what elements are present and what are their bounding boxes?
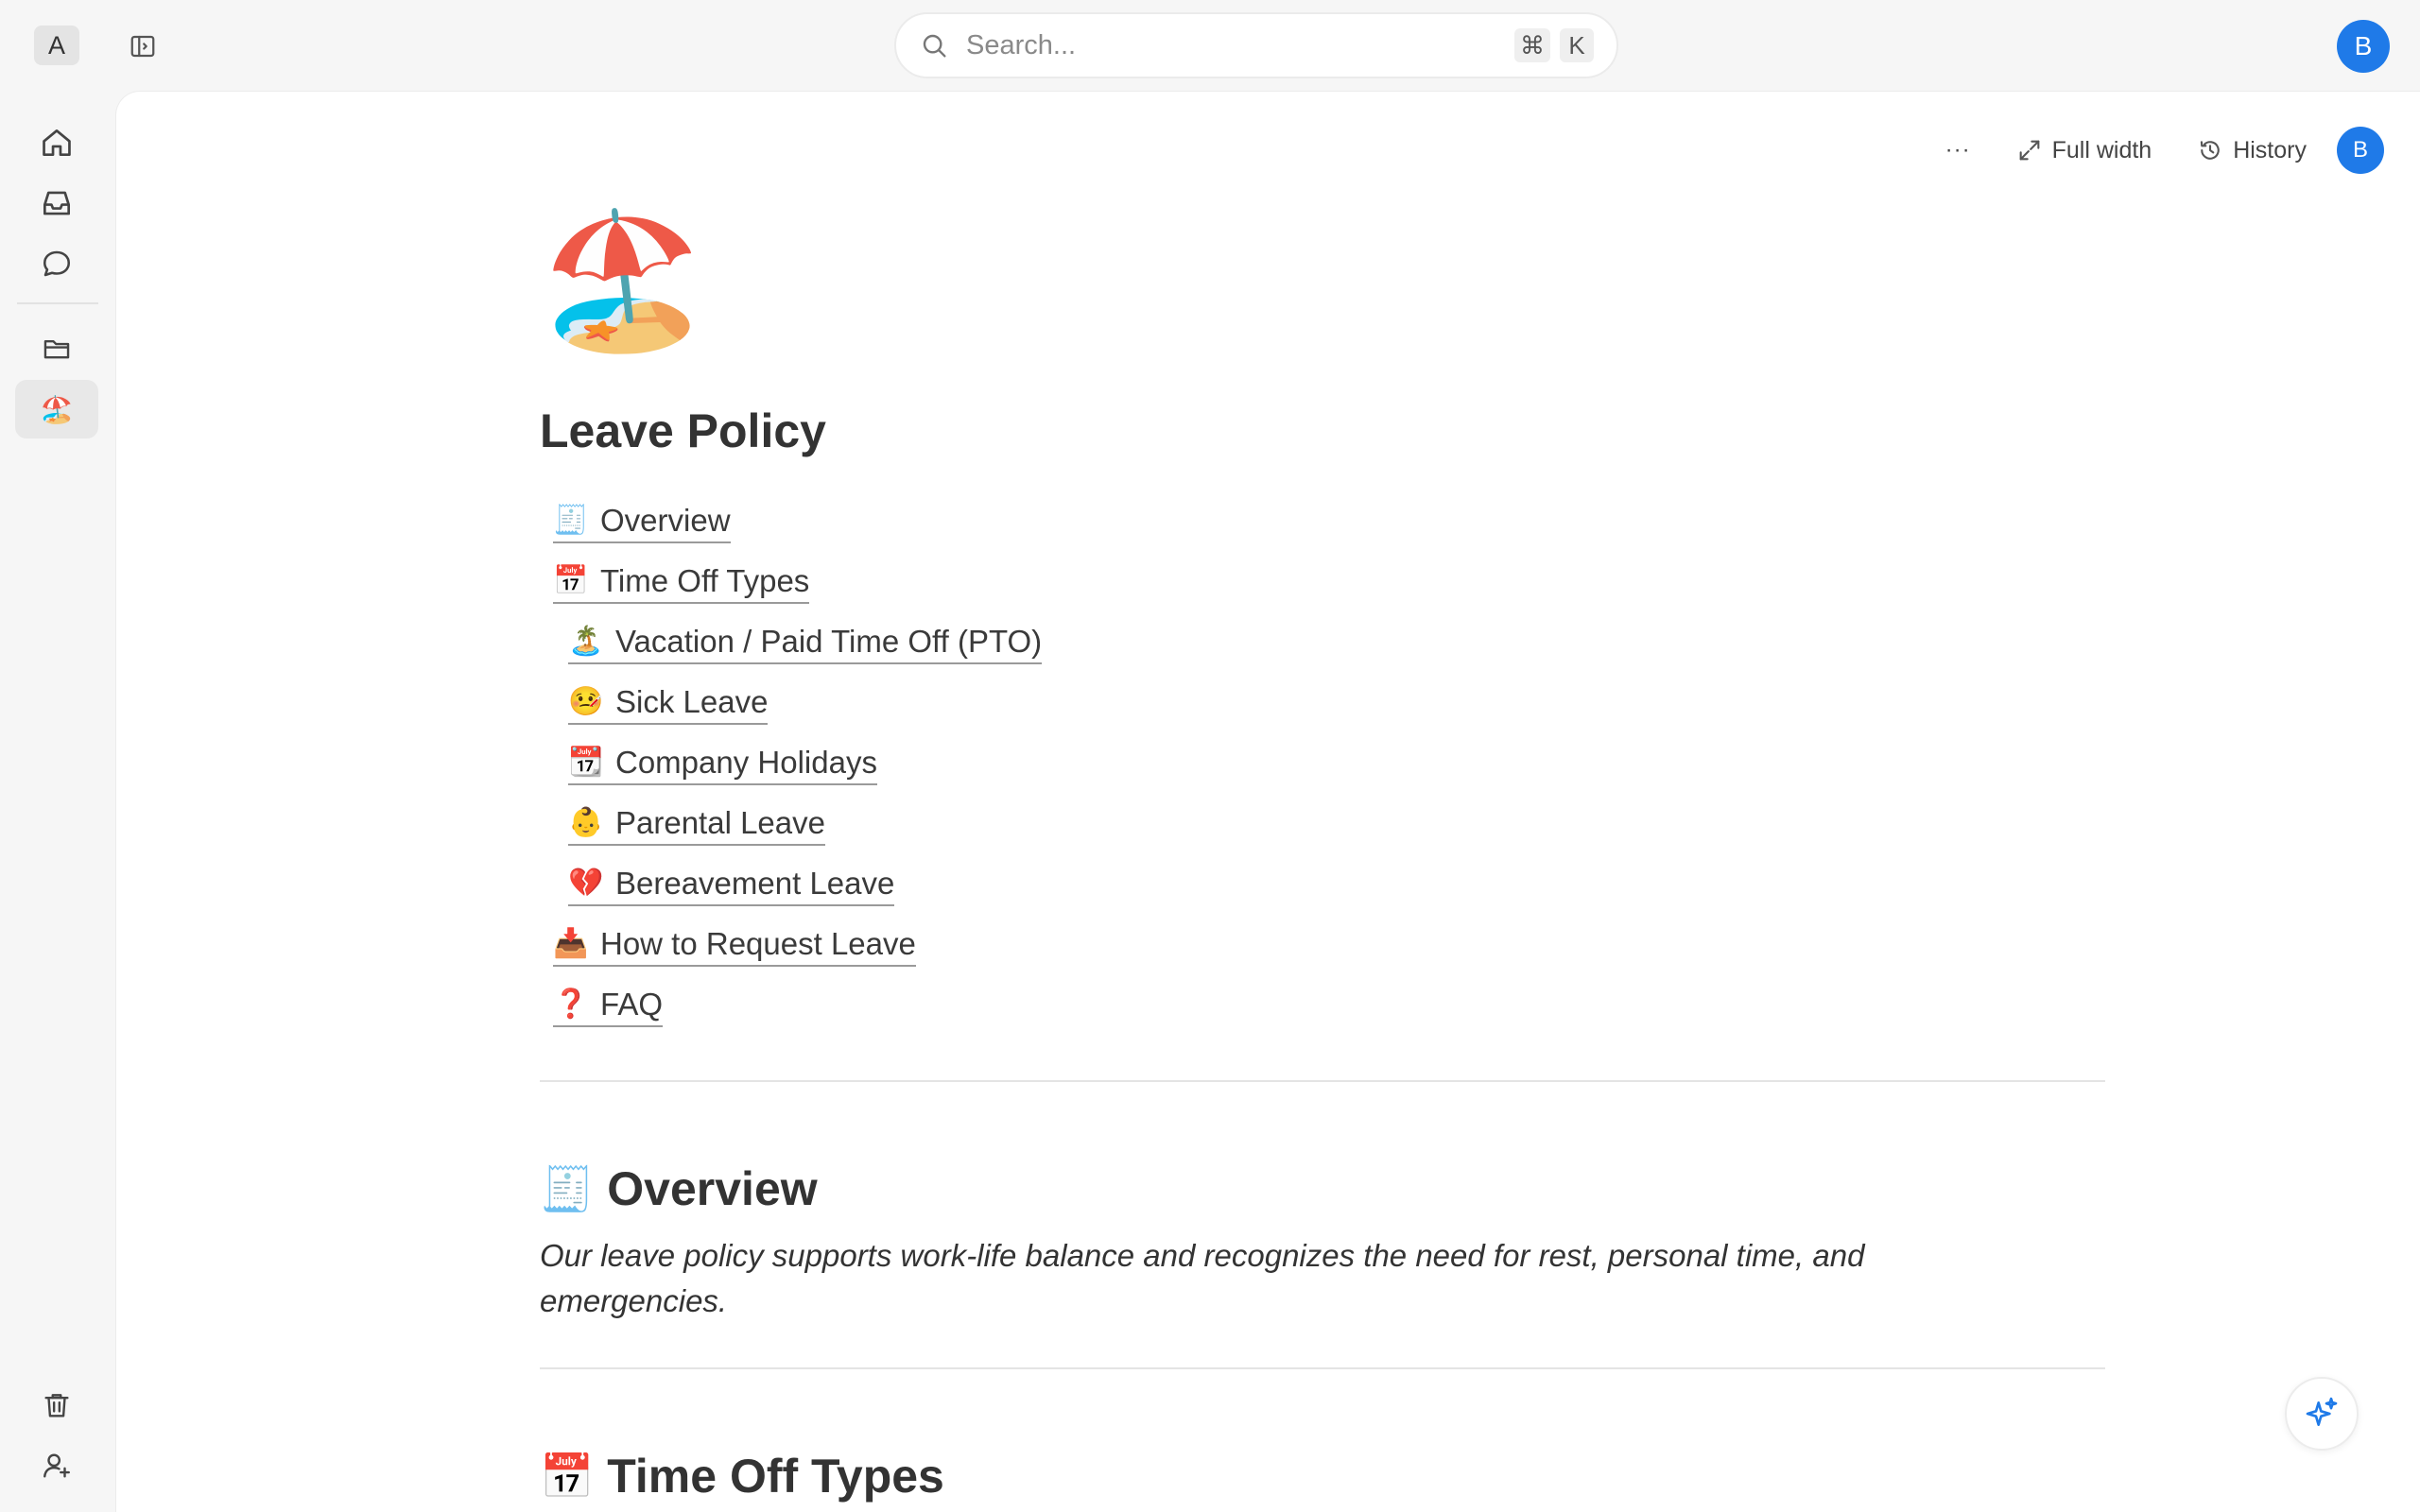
section-heading-overview[interactable]: 🧾 Overview	[540, 1161, 818, 1216]
trash-icon	[44, 1394, 69, 1418]
overview-paragraph[interactable]: Our leave policy supports work-life bala…	[540, 1233, 1958, 1324]
top-bar: A Search... ⌘ K B	[0, 0, 2420, 91]
toc-link-faq[interactable]: ❓ FAQ	[553, 986, 664, 1027]
divider	[540, 1080, 2105, 1082]
toc-link-bereavement-leave[interactable]: 💔 Bereavement Leave	[568, 865, 895, 906]
workspace-switcher[interactable]: A	[34, 26, 79, 65]
toc-label: Vacation / Paid Time Off (PTO)	[615, 624, 1043, 659]
page-title[interactable]: Leave Policy	[540, 404, 826, 458]
collaborator-avatar[interactable]: B	[2337, 127, 2384, 174]
toc-link-how-to-request[interactable]: 📥 How to Request Leave	[553, 925, 916, 967]
toc-link-overview[interactable]: 🧾 Overview	[553, 502, 731, 543]
home-icon	[43, 129, 71, 157]
toc-label: FAQ	[600, 987, 664, 1022]
user-avatar[interactable]: B	[2337, 20, 2390, 73]
section-heading-text: Time Off Types	[607, 1450, 944, 1503]
search-bar[interactable]: Search... ⌘ K	[894, 12, 1618, 78]
rail-home-button[interactable]	[15, 113, 98, 172]
receipt-icon: 🧾	[540, 1163, 595, 1213]
sick-face-icon: 🤒	[568, 686, 604, 717]
desert-island-icon: 🏝️	[568, 626, 604, 657]
search-icon	[923, 34, 946, 58]
document-toolbar: ··· Full width History B	[1923, 124, 2384, 177]
history-label: History	[2233, 136, 2307, 163]
toc-link-time-off-types[interactable]: 📅 Time Off Types	[553, 562, 810, 604]
toc-link-vacation-pto[interactable]: 🏝️ Vacation / Paid Time Off (PTO)	[568, 623, 1043, 664]
rail-chat-button[interactable]	[15, 234, 98, 293]
full-width-button[interactable]: Full width	[1994, 124, 2175, 177]
more-options-button[interactable]: ···	[1923, 124, 1994, 177]
more-icon: ···	[1945, 137, 1971, 163]
toc-label: Time Off Types	[600, 563, 810, 598]
shortcut-k-key: K	[1560, 28, 1594, 62]
content-panel: ··· Full width History B 🏖️ Leave Policy	[115, 91, 2420, 1512]
tear-off-calendar-icon: 📆	[568, 747, 604, 778]
beach-umbrella-icon: 🏖️	[40, 394, 74, 424]
inbox-tray-icon: 📥	[553, 928, 589, 959]
rail-inbox-button[interactable]	[15, 174, 98, 232]
sidebar-toggle-button[interactable]	[127, 30, 159, 62]
ai-assistant-button[interactable]	[2285, 1377, 2359, 1451]
toc-label: Sick Leave	[615, 684, 769, 719]
section-heading-time-off-types[interactable]: 📅 Time Off Types	[540, 1449, 944, 1503]
receipt-icon: 🧾	[553, 505, 589, 536]
search-placeholder: Search...	[966, 29, 1077, 60]
rail-trash-button[interactable]	[15, 1376, 98, 1435]
rail-page-leave-policy[interactable]: 🏖️	[15, 380, 98, 438]
calendar-icon: 📅	[553, 565, 589, 596]
add-user-icon	[43, 1453, 70, 1478]
question-mark-icon: ❓	[553, 988, 589, 1020]
toc-label: Parental Leave	[615, 805, 825, 840]
baby-icon: 👶	[568, 807, 604, 838]
toc-label: How to Request Leave	[600, 926, 916, 961]
toc-label: Bereavement Leave	[615, 866, 895, 901]
toc-link-sick-leave[interactable]: 🤒 Sick Leave	[568, 683, 769, 725]
toc-link-parental-leave[interactable]: 👶 Parental Leave	[568, 804, 825, 846]
toc-label: Overview	[600, 503, 731, 538]
left-rail: 🏖️	[0, 91, 113, 1512]
section-heading-text: Overview	[607, 1162, 818, 1215]
divider	[540, 1367, 2105, 1369]
history-button[interactable]: History	[2174, 124, 2329, 177]
chat-icon	[43, 250, 71, 277]
full-width-label: Full width	[2051, 136, 2152, 163]
shortcut-mod-key: ⌘	[1514, 28, 1550, 62]
history-icon	[2201, 141, 2220, 160]
inbox-icon	[43, 191, 71, 215]
page-icon[interactable]: 🏖️	[540, 215, 704, 347]
rail-invite-button[interactable]	[15, 1436, 98, 1495]
calendar-icon: 📅	[540, 1451, 595, 1501]
toc-link-company-holidays[interactable]: 📆 Company Holidays	[568, 744, 877, 785]
broken-heart-icon: 💔	[568, 868, 604, 899]
rail-divider	[17, 302, 98, 304]
folder-icon	[43, 340, 70, 359]
expand-icon	[2019, 140, 2039, 161]
sidebar-toggle-icon	[130, 35, 155, 58]
toc-label: Company Holidays	[615, 745, 877, 780]
rail-files-button[interactable]	[15, 319, 98, 378]
sparkle-icon	[2306, 1397, 2338, 1426]
